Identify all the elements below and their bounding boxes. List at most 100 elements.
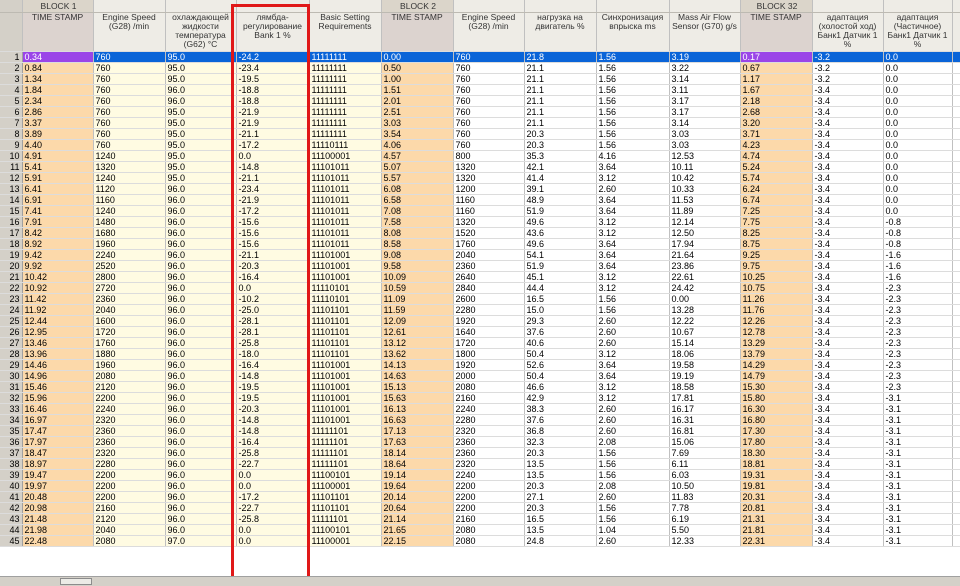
cell-ts3[interactable]: 7.75 <box>740 216 813 228</box>
table-row[interactable]: 20 9.92 2520 96.0 -20.3 11101001 9.58 2360 51.9 3… <box>0 260 960 272</box>
cell-ad1[interactable]: -3.4 <box>812 172 884 184</box>
cell-ad1[interactable]: -3.4 <box>812 216 884 228</box>
cell-load[interactable]: 49.6 <box>524 238 597 250</box>
cell-es2[interactable]: 2280 <box>453 304 525 316</box>
cell-maf[interactable]: 19.19 <box>669 370 741 382</box>
cell-ts3[interactable]: 3.20 <box>740 117 813 129</box>
cell-ts2[interactable]: 20.64 <box>381 502 454 514</box>
cell-maf[interactable]: 16.31 <box>669 414 741 426</box>
row-number[interactable]: 15 <box>0 205 23 217</box>
cell-ad2[interactable]: 0.0 <box>883 128 953 140</box>
cell-ts1[interactable]: 20.98 <box>22 502 94 514</box>
table-row[interactable]: 22 10.92 2720 96.0 0.0 11110101 10.59 2840 44.4 3… <box>0 282 960 294</box>
cell-es1[interactable]: 2800 <box>93 271 166 283</box>
cell-es1[interactable]: 760 <box>93 62 166 74</box>
cell-cool[interactable]: 96.0 <box>165 304 237 316</box>
cell-ts1[interactable]: 10.92 <box>22 282 94 294</box>
cell-ad1[interactable]: -3.4 <box>812 502 884 514</box>
cell-es1[interactable]: 2280 <box>93 458 166 470</box>
table-row[interactable]: 1 0.34 760 95.0 -24.2 11111111 0.00 760 21.8 1.56… <box>0 51 960 63</box>
cell-basic[interactable]: 11101001 <box>309 403 382 415</box>
cell-lam[interactable]: 0.0 <box>236 524 310 536</box>
cell-maf[interactable]: 3.14 <box>669 117 741 129</box>
cell-ts3[interactable]: 9.75 <box>740 260 813 272</box>
row-number[interactable]: 8 <box>0 128 23 140</box>
row-number[interactable]: 34 <box>0 414 23 426</box>
cell-ts3[interactable]: 0.17 <box>740 51 813 63</box>
cell-es1[interactable]: 1480 <box>93 216 166 228</box>
cell-ts3[interactable]: 19.31 <box>740 469 813 481</box>
cell-sync[interactable]: 1.56 <box>596 51 670 63</box>
cell-basic[interactable]: 11101101 <box>309 315 382 327</box>
table-row[interactable]: 8 3.89 760 95.0 -21.1 11111111 3.54 760 20.3 1.56… <box>0 128 960 140</box>
cell-ad2[interactable]: 0.0 <box>883 194 953 206</box>
cell-ad2[interactable]: -3.1 <box>883 469 953 481</box>
cell-sync[interactable]: 3.12 <box>596 282 670 294</box>
cell-ts3[interactable]: 4.74 <box>740 150 813 162</box>
cell-ts1[interactable]: 6.41 <box>22 183 94 195</box>
cell-sync[interactable]: 2.60 <box>596 535 670 547</box>
cell-ts1[interactable]: 9.92 <box>22 260 94 272</box>
cell-ts1[interactable]: 21.48 <box>22 513 94 525</box>
cell-ad1[interactable]: -3.4 <box>812 271 884 283</box>
cell-ts2[interactable]: 4.57 <box>381 150 454 162</box>
cell-ts2[interactable]: 6.58 <box>381 194 454 206</box>
cell-ts3[interactable]: 16.30 <box>740 403 813 415</box>
cell-lam[interactable]: -28.1 <box>236 315 310 327</box>
row-number[interactable]: 37 <box>0 447 23 459</box>
cell-ts2[interactable]: 8.58 <box>381 238 454 250</box>
cell-ad1[interactable]: -3.4 <box>812 282 884 294</box>
scrollbar-thumb[interactable] <box>60 578 92 585</box>
cell-ts1[interactable]: 5.41 <box>22 161 94 173</box>
cell-maf[interactable]: 13.28 <box>669 304 741 316</box>
cell-ts1[interactable]: 7.91 <box>22 216 94 228</box>
cell-ts1[interactable]: 19.97 <box>22 480 94 492</box>
table-row[interactable]: 34 16.97 2320 96.0 -14.8 11101001 16.63 2280 37.… <box>0 414 960 426</box>
table-row[interactable]: 11 5.41 1320 95.0 -14.8 11101011 5.07 1320 42.1 3… <box>0 161 960 173</box>
cell-load[interactable]: 40.6 <box>524 337 597 349</box>
cell-es1[interactable]: 1680 <box>93 227 166 239</box>
cell-es1[interactable]: 2200 <box>93 480 166 492</box>
cell-es1[interactable]: 1160 <box>93 194 166 206</box>
cell-sync[interactable]: 3.64 <box>596 370 670 382</box>
cell-maf[interactable]: 0.00 <box>669 293 741 305</box>
cell-ts2[interactable]: 1.00 <box>381 73 454 85</box>
cell-lam[interactable]: -18.8 <box>236 95 310 107</box>
cell-ts2[interactable]: 3.03 <box>381 117 454 129</box>
cell-basic[interactable]: 11100001 <box>309 535 382 547</box>
cell-lam[interactable]: -17.2 <box>236 139 310 151</box>
cell-ts3[interactable]: 7.25 <box>740 205 813 217</box>
cell-ts3[interactable]: 9.25 <box>740 249 813 261</box>
cell-ad2[interactable]: -3.1 <box>883 392 953 404</box>
cell-load[interactable]: 45.1 <box>524 271 597 283</box>
cell-ad1[interactable]: -3.4 <box>812 458 884 470</box>
cell-maf[interactable]: 3.17 <box>669 106 741 118</box>
cell-ad1[interactable]: -3.4 <box>812 359 884 371</box>
cell-maf[interactable]: 3.17 <box>669 95 741 107</box>
measurement-table[interactable]: BLOCK 1 BLOCK 2 BLOCK 32 TIME STAMP Engi… <box>0 0 960 576</box>
cell-load[interactable]: 13.5 <box>524 469 597 481</box>
cell-ts1[interactable]: 16.46 <box>22 403 94 415</box>
row-number[interactable]: 11 <box>0 161 23 173</box>
cell-es2[interactable]: 2320 <box>453 425 525 437</box>
cell-load[interactable]: 21.1 <box>524 62 597 74</box>
cell-load[interactable]: 27.1 <box>524 491 597 503</box>
cell-basic[interactable]: 11101101 <box>309 326 382 338</box>
cell-ad2[interactable]: 0.0 <box>883 117 953 129</box>
cell-es1[interactable]: 1760 <box>93 337 166 349</box>
cell-load[interactable]: 54.1 <box>524 249 597 261</box>
cell-es1[interactable]: 2360 <box>93 293 166 305</box>
cell-cool[interactable]: 96.0 <box>165 282 237 294</box>
column-header-engine-speed-2[interactable]: Engine Speed (G28) /min <box>453 12 525 52</box>
cell-cool[interactable]: 96.0 <box>165 84 237 96</box>
row-number[interactable]: 10 <box>0 150 23 162</box>
cell-cool[interactable]: 95.0 <box>165 106 237 118</box>
cell-load[interactable]: 16.5 <box>524 513 597 525</box>
row-number[interactable]: 31 <box>0 381 23 393</box>
cell-lam[interactable]: -25.8 <box>236 447 310 459</box>
cell-sync[interactable]: 2.08 <box>596 480 670 492</box>
cell-ts1[interactable]: 8.92 <box>22 238 94 250</box>
cell-es2[interactable]: 760 <box>453 62 525 74</box>
cell-ts2[interactable]: 6.08 <box>381 183 454 195</box>
cell-load[interactable]: 21.1 <box>524 73 597 85</box>
